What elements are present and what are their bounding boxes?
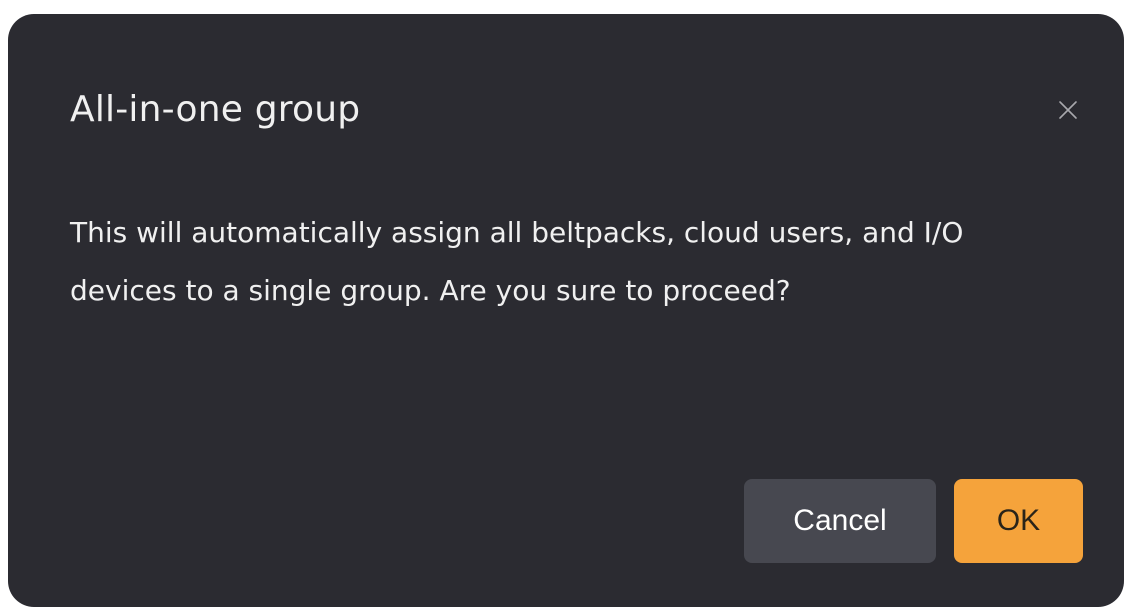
dialog-title: All-in-one group (70, 89, 361, 130)
dialog-header: All-in-one group (70, 80, 1084, 140)
dialog-message: This will automatically assign all beltp… (70, 216, 964, 307)
ok-button[interactable]: OK (954, 479, 1083, 563)
confirmation-dialog: All-in-one group This will automatically… (8, 14, 1124, 607)
close-icon (1059, 101, 1077, 119)
cancel-button[interactable]: Cancel (744, 479, 936, 563)
close-button[interactable] (1052, 94, 1084, 126)
dialog-actions: Cancel OK (744, 479, 1083, 563)
